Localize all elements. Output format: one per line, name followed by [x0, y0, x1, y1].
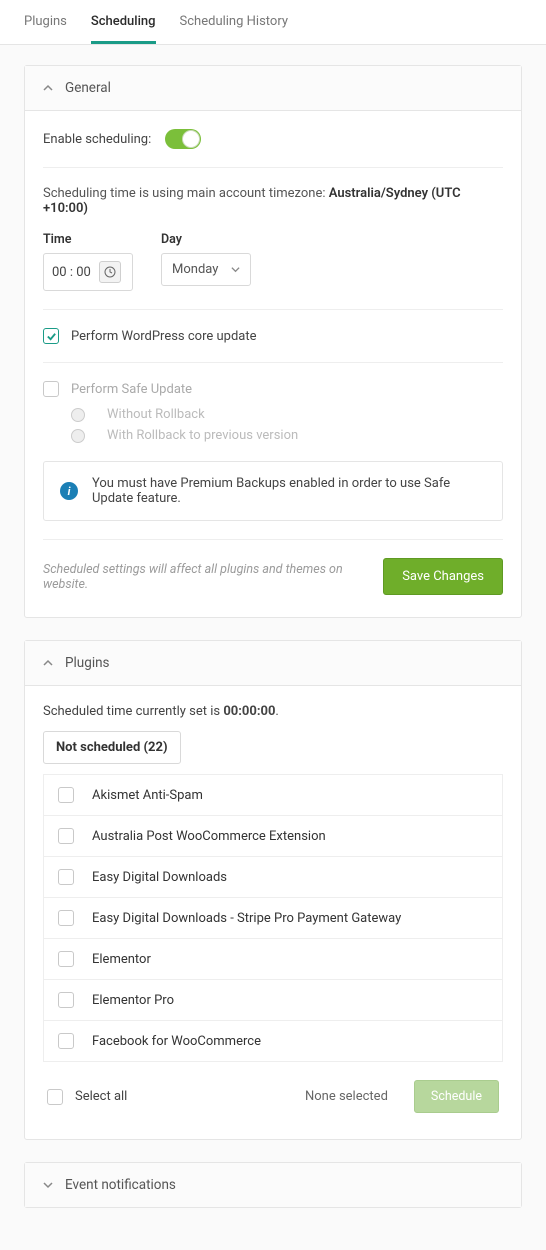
card-title: Event notifications — [65, 1177, 176, 1193]
radio-icon — [71, 408, 85, 422]
list-item[interactable]: Elementor — [44, 938, 502, 979]
checkbox-plugin[interactable] — [58, 787, 74, 803]
card-title: Plugins — [65, 655, 110, 671]
core-update-label: Perform WordPress core update — [71, 329, 257, 344]
safe-update-info: i You must have Premium Backups enabled … — [43, 461, 503, 521]
list-item[interactable]: Elementor Pro — [44, 979, 502, 1020]
enable-scheduling-toggle[interactable] — [165, 129, 201, 149]
card-title: General — [65, 80, 111, 96]
plugin-name: Elementor — [92, 952, 151, 967]
chevron-up-icon — [43, 83, 53, 93]
schedule-button[interactable]: Schedule — [414, 1080, 499, 1113]
plugin-name: Akismet Anti-Spam — [92, 788, 203, 803]
tab-plugins[interactable]: Plugins — [24, 0, 67, 44]
card-event-notifications-header[interactable]: Event notifications — [25, 1163, 521, 1207]
time-label: Time — [43, 232, 133, 247]
checkbox-select-all[interactable] — [47, 1089, 63, 1105]
clock-icon — [99, 261, 121, 283]
chevron-down-icon — [231, 265, 240, 274]
plugin-name: Easy Digital Downloads - Stripe Pro Paym… — [92, 911, 401, 926]
settings-note: Scheduled settings will affect all plugi… — [43, 562, 367, 592]
card-general-header[interactable]: General — [25, 66, 521, 111]
not-scheduled-pill[interactable]: Not scheduled (22) — [43, 731, 181, 764]
checkbox-plugin[interactable] — [58, 910, 74, 926]
checkbox-core-update[interactable] — [43, 328, 59, 344]
list-item[interactable]: Facebook for WooCommerce — [44, 1020, 502, 1061]
chevron-up-icon — [43, 658, 53, 668]
plugin-name: Easy Digital Downloads — [92, 870, 227, 885]
safe-update-label: Perform Safe Update — [71, 382, 192, 397]
checkbox-plugin[interactable] — [58, 992, 74, 1008]
checkbox-safe-update[interactable] — [43, 381, 59, 397]
radio-without-rollback: Without Rollback — [71, 407, 503, 422]
card-event-notifications: Event notifications — [24, 1162, 522, 1208]
card-plugins-header[interactable]: Plugins — [25, 641, 521, 686]
checkbox-plugin[interactable] — [58, 828, 74, 844]
checkbox-plugin[interactable] — [58, 1033, 74, 1049]
scheduled-time-line: Scheduled time currently set is 00:00:00… — [43, 704, 503, 719]
day-select[interactable]: Monday — [161, 253, 251, 286]
checkbox-plugin[interactable] — [58, 951, 74, 967]
day-label: Day — [161, 232, 251, 247]
card-plugins: Plugins Scheduled time currently set is … — [24, 640, 522, 1140]
plugin-name: Facebook for WooCommerce — [92, 1034, 261, 1049]
tab-scheduling[interactable]: Scheduling — [91, 0, 156, 44]
list-item[interactable]: Easy Digital Downloads - Stripe Pro Paym… — [44, 897, 502, 938]
tab-scheduling-history[interactable]: Scheduling History — [180, 0, 288, 44]
plugins-list: Akismet Anti-Spam Australia Post WooComme… — [43, 774, 503, 1062]
select-all-label: Select all — [75, 1089, 127, 1104]
timezone-note: Scheduling time is using main account ti… — [43, 186, 503, 216]
radio-with-rollback: With Rollback to previous version — [71, 428, 503, 443]
info-icon: i — [60, 482, 78, 500]
chevron-down-icon — [43, 1180, 53, 1190]
list-item[interactable]: Easy Digital Downloads — [44, 856, 502, 897]
card-general: General Enable scheduling: Scheduling ti… — [24, 65, 522, 618]
enable-scheduling-label: Enable scheduling: — [43, 132, 151, 147]
none-selected-label: None selected — [305, 1089, 388, 1104]
plugin-name: Elementor Pro — [92, 993, 174, 1008]
radio-icon — [71, 429, 85, 443]
plugin-name: Australia Post WooCommerce Extension — [92, 829, 326, 844]
list-item[interactable]: Australia Post WooCommerce Extension — [44, 815, 502, 856]
list-item[interactable]: Akismet Anti-Spam — [44, 774, 502, 815]
save-changes-button[interactable]: Save Changes — [383, 558, 503, 595]
checkbox-plugin[interactable] — [58, 869, 74, 885]
page-tabs: Plugins Scheduling Scheduling History — [0, 0, 546, 45]
time-input[interactable]: 00 : 00 — [43, 253, 133, 291]
